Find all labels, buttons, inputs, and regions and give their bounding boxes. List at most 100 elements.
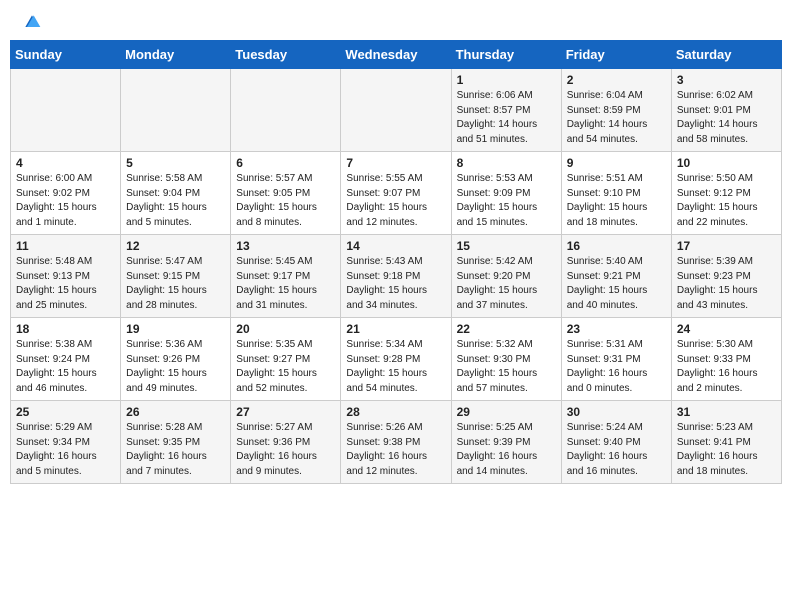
day-header-saturday: Saturday [671,41,781,69]
cell-content: Sunrise: 5:28 AM Sunset: 9:35 PM Dayligh… [126,421,225,479]
day-number: 13 [236,239,335,253]
day-number: 23 [567,322,666,336]
day-number: 25 [16,405,115,419]
day-number: 12 [126,239,225,253]
day-number: 14 [346,239,445,253]
cell-content: Sunrise: 5:50 AM Sunset: 9:12 PM Dayligh… [677,172,776,230]
calendar-cell: 17Sunrise: 5:39 AM Sunset: 9:23 PM Dayli… [671,235,781,318]
cell-content: Sunrise: 5:29 AM Sunset: 9:34 PM Dayligh… [16,421,115,479]
day-number: 1 [457,73,556,87]
day-number: 30 [567,405,666,419]
cell-content: Sunrise: 5:48 AM Sunset: 9:13 PM Dayligh… [16,255,115,313]
cell-content: Sunrise: 5:38 AM Sunset: 9:24 PM Dayligh… [16,338,115,396]
cell-content: Sunrise: 5:57 AM Sunset: 9:05 PM Dayligh… [236,172,335,230]
day-header-thursday: Thursday [451,41,561,69]
cell-content: Sunrise: 5:32 AM Sunset: 9:30 PM Dayligh… [457,338,556,396]
cell-content: Sunrise: 5:43 AM Sunset: 9:18 PM Dayligh… [346,255,445,313]
calendar-cell: 9Sunrise: 5:51 AM Sunset: 9:10 PM Daylig… [561,152,671,235]
cell-content: Sunrise: 5:23 AM Sunset: 9:41 PM Dayligh… [677,421,776,479]
calendar-cell: 1 Sunrise: 6:06 AM Sunset: 8:57 PM Daylig… [451,69,561,152]
day-number: 7 [346,156,445,170]
calendar-cell [341,69,451,152]
cell-content: Sunrise: 5:34 AM Sunset: 9:28 PM Dayligh… [346,338,445,396]
calendar-table: SundayMondayTuesdayWednesdayThursdayFrid… [10,40,782,484]
calendar-cell: 6 Sunrise: 5:57 AM Sunset: 9:05 PM Daylig… [231,152,341,235]
day-number: 11 [16,239,115,253]
day-number: 29 [457,405,556,419]
cell-content: Sunrise: 5:40 AM Sunset: 9:21 PM Dayligh… [567,255,666,313]
calendar-header-row: SundayMondayTuesdayWednesdayThursdayFrid… [11,41,782,69]
cell-content: Sunrise: 5:25 AM Sunset: 9:39 PM Dayligh… [457,421,556,479]
page-header [10,10,782,36]
logo [20,18,42,30]
calendar-cell: 21 Sunrise: 5:34 AM Sunset: 9:28 PM Dayli… [341,318,451,401]
day-number: 26 [126,405,225,419]
calendar-cell: 4Sunrise: 6:00 AM Sunset: 9:02 PM Daylig… [11,152,121,235]
calendar-cell: 29 Sunrise: 5:25 AM Sunset: 9:39 PM Dayli… [451,401,561,484]
calendar-cell: 25 Sunrise: 5:29 AM Sunset: 9:34 PM Dayli… [11,401,121,484]
calendar-cell: 27 Sunrise: 5:27 AM Sunset: 9:36 PM Dayli… [231,401,341,484]
calendar-cell [11,69,121,152]
day-number: 3 [677,73,776,87]
day-number: 28 [346,405,445,419]
cell-content: Sunrise: 6:00 AM Sunset: 9:02 PM Dayligh… [16,172,115,230]
calendar-cell: 13 Sunrise: 5:45 AM Sunset: 9:17 PM Dayli… [231,235,341,318]
day-number: 21 [346,322,445,336]
day-number: 20 [236,322,335,336]
cell-content: Sunrise: 6:04 AM Sunset: 8:59 PM Dayligh… [567,89,666,147]
calendar-cell: 14 Sunrise: 5:43 AM Sunset: 9:18 PM Dayli… [341,235,451,318]
day-number: 24 [677,322,776,336]
day-header-tuesday: Tuesday [231,41,341,69]
calendar-week-row: 4Sunrise: 6:00 AM Sunset: 9:02 PM Daylig… [11,152,782,235]
cell-content: Sunrise: 5:55 AM Sunset: 9:07 PM Dayligh… [346,172,445,230]
calendar-cell: 24 Sunrise: 5:30 AM Sunset: 9:33 PM Dayli… [671,318,781,401]
cell-content: Sunrise: 5:36 AM Sunset: 9:26 PM Dayligh… [126,338,225,396]
day-number: 6 [236,156,335,170]
day-number: 5 [126,156,225,170]
calendar-cell: 3 Sunrise: 6:02 AM Sunset: 9:01 PM Daylig… [671,69,781,152]
cell-content: Sunrise: 5:42 AM Sunset: 9:20 PM Dayligh… [457,255,556,313]
day-number: 2 [567,73,666,87]
calendar-cell: 5Sunrise: 5:58 AM Sunset: 9:04 PM Daylig… [121,152,231,235]
cell-content: Sunrise: 5:30 AM Sunset: 9:33 PM Dayligh… [677,338,776,396]
day-number: 17 [677,239,776,253]
day-header-friday: Friday [561,41,671,69]
cell-content: Sunrise: 6:02 AM Sunset: 9:01 PM Dayligh… [677,89,776,147]
calendar-cell: 12 Sunrise: 5:47 AM Sunset: 9:15 PM Dayli… [121,235,231,318]
day-number: 27 [236,405,335,419]
day-number: 31 [677,405,776,419]
calendar-cell: 7 Sunrise: 5:55 AM Sunset: 9:07 PM Daylig… [341,152,451,235]
calendar-cell: 18 Sunrise: 5:38 AM Sunset: 9:24 PM Dayli… [11,318,121,401]
day-header-monday: Monday [121,41,231,69]
calendar-cell: 8Sunrise: 5:53 AM Sunset: 9:09 PM Daylig… [451,152,561,235]
day-number: 15 [457,239,556,253]
day-number: 8 [457,156,556,170]
calendar-cell: 28 Sunrise: 5:26 AM Sunset: 9:38 PM Dayli… [341,401,451,484]
cell-content: Sunrise: 5:51 AM Sunset: 9:10 PM Dayligh… [567,172,666,230]
calendar-cell [231,69,341,152]
cell-content: Sunrise: 5:27 AM Sunset: 9:36 PM Dayligh… [236,421,335,479]
cell-content: Sunrise: 5:45 AM Sunset: 9:17 PM Dayligh… [236,255,335,313]
cell-content: Sunrise: 5:35 AM Sunset: 9:27 PM Dayligh… [236,338,335,396]
cell-content: Sunrise: 5:31 AM Sunset: 9:31 PM Dayligh… [567,338,666,396]
day-number: 16 [567,239,666,253]
calendar-cell [121,69,231,152]
day-number: 19 [126,322,225,336]
calendar-week-row: 1 Sunrise: 6:06 AM Sunset: 8:57 PM Daylig… [11,69,782,152]
day-number: 22 [457,322,556,336]
calendar-cell: 20 Sunrise: 5:35 AM Sunset: 9:27 PM Dayli… [231,318,341,401]
calendar-cell: 11 Sunrise: 5:48 AM Sunset: 9:13 PM Dayli… [11,235,121,318]
calendar-week-row: 11 Sunrise: 5:48 AM Sunset: 9:13 PM Dayli… [11,235,782,318]
calendar-cell: 2 Sunrise: 6:04 AM Sunset: 8:59 PM Daylig… [561,69,671,152]
cell-content: Sunrise: 6:06 AM Sunset: 8:57 PM Dayligh… [457,89,556,147]
day-header-wednesday: Wednesday [341,41,451,69]
calendar-week-row: 25 Sunrise: 5:29 AM Sunset: 9:34 PM Dayli… [11,401,782,484]
cell-content: Sunrise: 5:47 AM Sunset: 9:15 PM Dayligh… [126,255,225,313]
calendar-cell: 15 Sunrise: 5:42 AM Sunset: 9:20 PM Dayli… [451,235,561,318]
calendar-cell: 31 Sunrise: 5:23 AM Sunset: 9:41 PM Dayli… [671,401,781,484]
calendar-cell: 30Sunrise: 5:24 AM Sunset: 9:40 PM Dayli… [561,401,671,484]
cell-content: Sunrise: 5:26 AM Sunset: 9:38 PM Dayligh… [346,421,445,479]
logo-icon [22,12,42,32]
day-number: 18 [16,322,115,336]
calendar-cell: 10Sunrise: 5:50 AM Sunset: 9:12 PM Dayli… [671,152,781,235]
